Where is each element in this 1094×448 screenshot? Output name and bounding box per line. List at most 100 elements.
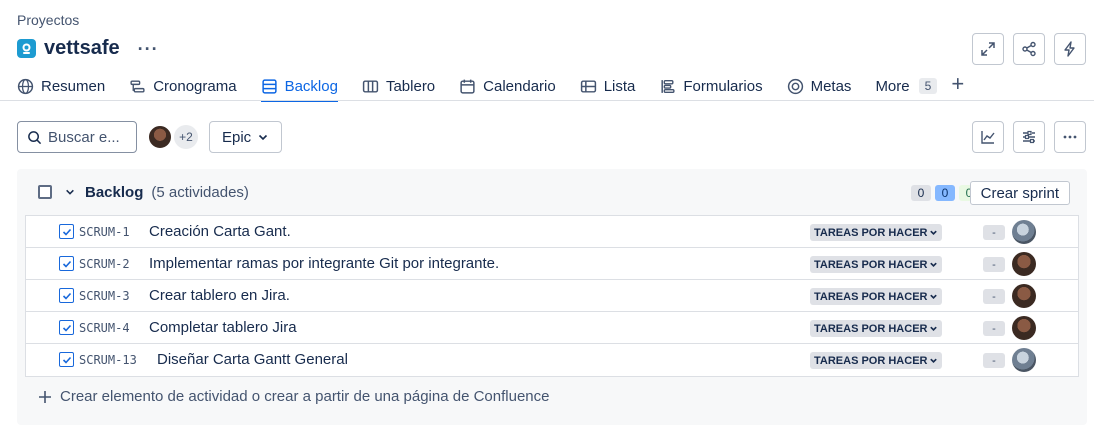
project-tabs: Resumen Cronograma Backlog Tablero Calen…: [17, 73, 1094, 102]
task-checkbox-icon: [59, 352, 74, 367]
more-actions-button[interactable]: [1054, 121, 1086, 153]
search-icon: [28, 130, 42, 144]
chevron-down-icon: [930, 262, 938, 267]
list-item[interactable]: SCRUM-3 Crear tablero en Jira. TAREAS PO…: [26, 280, 1078, 312]
issue-summary[interactable]: Completar tablero Jira: [149, 319, 297, 336]
task-checkbox-icon: [59, 320, 74, 335]
tab-label: Tablero: [385, 77, 436, 95]
tab-metas[interactable]: Metas: [787, 74, 851, 98]
issue-key[interactable]: SCRUM-13: [79, 353, 137, 367]
goals-icon: [787, 78, 803, 94]
status-dropdown[interactable]: TAREAS POR HACER: [810, 352, 943, 369]
tab-resumen[interactable]: Resumen: [17, 74, 105, 98]
project-more-button[interactable]: ···: [138, 40, 159, 58]
status-dropdown[interactable]: TAREAS POR HACER: [810, 288, 943, 305]
tab-lista[interactable]: Lista: [580, 74, 635, 98]
lightning-icon: [1064, 41, 1075, 57]
toolbar-right: [972, 121, 1086, 153]
estimate-badge[interactable]: -: [983, 225, 1005, 240]
assignee-filter[interactable]: +2: [148, 125, 198, 149]
tab-label: More: [875, 77, 910, 95]
globe-icon: [17, 78, 34, 94]
project-avatar-icon: [17, 39, 36, 58]
select-all-checkbox[interactable]: [38, 185, 52, 199]
expand-button[interactable]: [972, 33, 1004, 65]
list-item[interactable]: SCRUM-4 Completar tablero Jira TAREAS PO…: [26, 312, 1078, 344]
insights-button[interactable]: [972, 121, 1004, 153]
forms-icon: [661, 79, 675, 93]
breadcrumb[interactable]: Proyectos: [17, 12, 79, 28]
estimate-badge[interactable]: -: [983, 257, 1005, 272]
issue-key[interactable]: SCRUM-4: [79, 321, 130, 335]
tab-cronograma[interactable]: Cronograma: [129, 74, 237, 98]
avatar[interactable]: [148, 125, 172, 149]
list-item[interactable]: SCRUM-1 Creación Carta Gant. TAREAS POR …: [26, 216, 1078, 248]
automation-button[interactable]: [1054, 33, 1086, 65]
avatar[interactable]: [1012, 252, 1036, 276]
share-icon: [1022, 41, 1036, 57]
avatar[interactable]: [1012, 284, 1036, 308]
backlog-title: Backlog: [85, 183, 144, 201]
status-label: TAREAS POR HACER: [814, 258, 928, 271]
epic-label: Epic: [222, 128, 252, 146]
in-progress-count-badge: 0: [935, 185, 955, 201]
view-settings-button[interactable]: [1013, 121, 1045, 153]
more-assignees-badge[interactable]: +2: [174, 125, 198, 149]
tab-formularios[interactable]: Formularios: [659, 74, 763, 98]
estimate-badge[interactable]: -: [983, 289, 1005, 304]
list-icon: [580, 79, 596, 93]
status-label: TAREAS POR HACER: [814, 290, 928, 303]
epic-filter-button[interactable]: Epic: [209, 121, 283, 153]
issue-key[interactable]: SCRUM-1: [79, 225, 130, 239]
sliders-icon: [1023, 130, 1035, 144]
backlog-count: (5 actividades): [151, 183, 249, 201]
status-label: TAREAS POR HACER: [814, 322, 928, 335]
create-issue-button[interactable]: Crear elemento de actividad o crear a pa…: [38, 388, 549, 405]
estimate-badge[interactable]: -: [983, 353, 1005, 368]
chevron-down-icon: [259, 134, 268, 141]
tab-more[interactable]: More 5: [875, 74, 938, 98]
chevron-down-icon: [930, 358, 938, 363]
issue-key[interactable]: SCRUM-2: [79, 257, 130, 271]
board-icon: [362, 79, 379, 93]
avatar[interactable]: [1012, 220, 1036, 244]
backlog-list: SCRUM-1 Creación Carta Gant. TAREAS POR …: [25, 215, 1079, 377]
tabs-divider: [0, 100, 1094, 101]
task-checkbox-icon: [59, 288, 74, 303]
plus-icon: [39, 390, 51, 403]
status-dropdown[interactable]: TAREAS POR HACER: [810, 256, 943, 273]
list-item[interactable]: SCRUM-2 Implementar ramas por integrante…: [26, 248, 1078, 280]
tab-calendario[interactable]: Calendario: [459, 74, 556, 98]
issue-summary[interactable]: Implementar ramas por integrante Git por…: [149, 255, 499, 272]
tab-backlog[interactable]: Backlog: [260, 74, 339, 102]
tab-label: Calendario: [483, 77, 556, 95]
issue-summary[interactable]: Crear tablero en Jira.: [149, 287, 290, 304]
status-label: TAREAS POR HACER: [814, 354, 928, 367]
tab-label: Backlog: [284, 77, 338, 95]
more-dots-icon: [1063, 135, 1077, 139]
search-input[interactable]: [48, 128, 132, 146]
avatar[interactable]: [1012, 316, 1036, 340]
status-label: TAREAS POR HACER: [814, 226, 928, 239]
estimate-badge[interactable]: -: [983, 321, 1005, 336]
avatar[interactable]: [1012, 348, 1036, 372]
tab-tablero[interactable]: Tablero: [362, 74, 435, 98]
header-actions: [972, 33, 1086, 65]
chevron-down-icon[interactable]: [65, 187, 75, 197]
add-tab-plus-icon[interactable]: +: [951, 73, 964, 95]
share-button[interactable]: [1013, 33, 1045, 65]
status-dropdown[interactable]: TAREAS POR HACER: [810, 224, 943, 241]
tab-label: Resumen: [41, 77, 106, 95]
chevron-down-icon: [930, 230, 938, 235]
issue-key[interactable]: SCRUM-3: [79, 289, 130, 303]
search-box[interactable]: [17, 121, 137, 153]
timeline-icon: [130, 79, 145, 93]
task-checkbox-icon: [59, 224, 74, 239]
list-item[interactable]: SCRUM-13 Diseñar Carta Gantt General TAR…: [26, 344, 1078, 376]
status-dropdown[interactable]: TAREAS POR HACER: [810, 320, 943, 337]
chart-icon: [981, 131, 995, 144]
issue-summary[interactable]: Diseñar Carta Gantt General: [157, 351, 348, 368]
create-sprint-button[interactable]: Crear sprint: [969, 181, 1070, 205]
issue-summary[interactable]: Creación Carta Gant.: [149, 223, 291, 240]
more-count-badge: 5: [918, 78, 938, 94]
